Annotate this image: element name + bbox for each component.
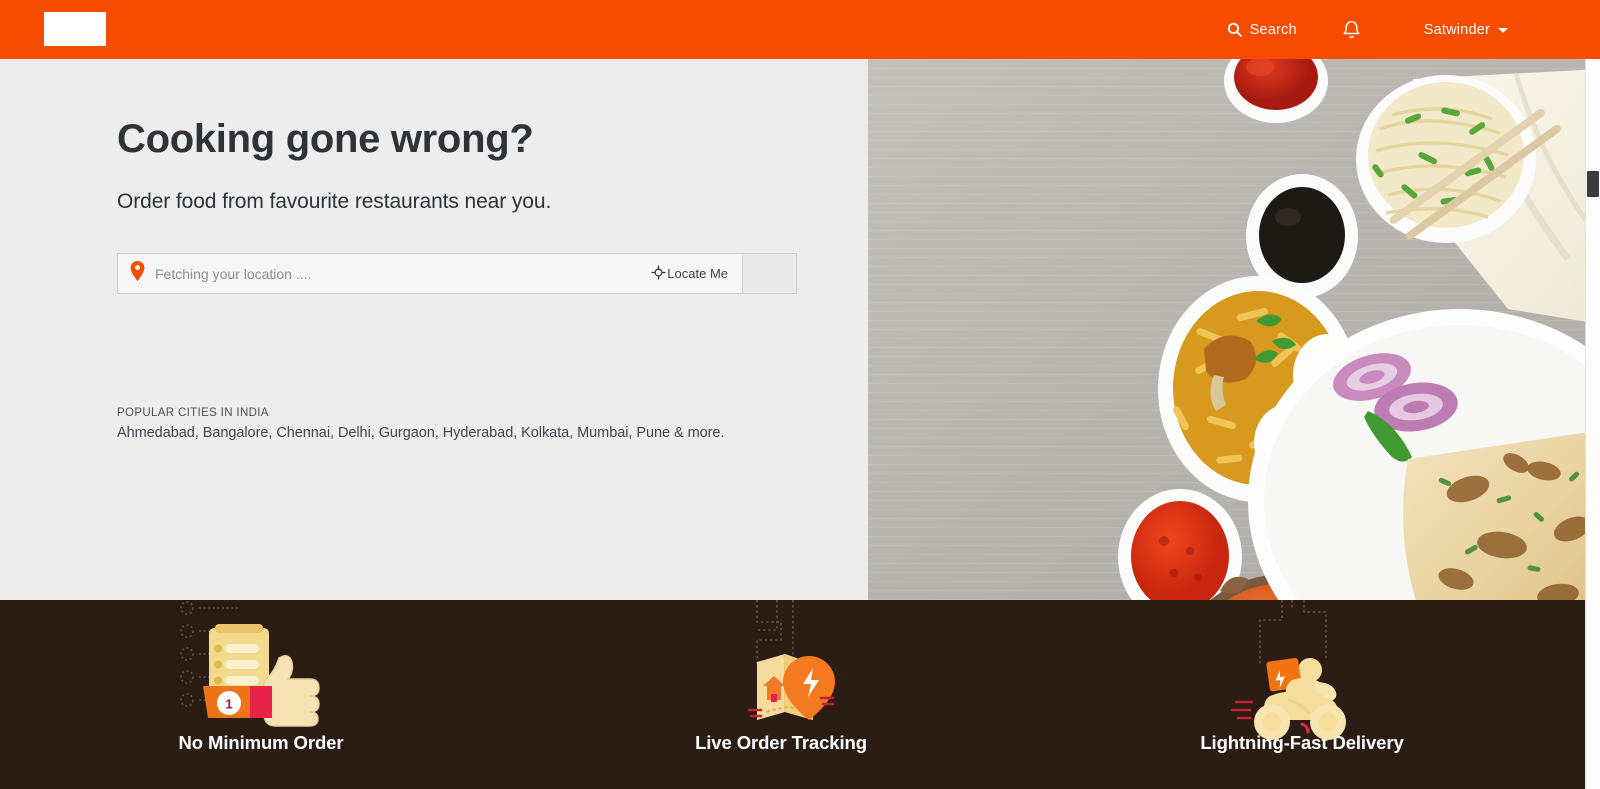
locate-me-label: Locate Me xyxy=(667,266,728,281)
page-title: Cooking gone wrong? xyxy=(117,117,534,161)
hero-section: Cooking gone wrong? Order food from favo… xyxy=(0,59,1600,600)
search-label: Search xyxy=(1249,21,1297,38)
user-menu[interactable]: Satwinder xyxy=(1424,22,1508,38)
location-input[interactable] xyxy=(155,265,535,282)
feature-no-minimum-order: 1 No Minimum Order xyxy=(51,600,471,789)
notifications-button[interactable] xyxy=(1341,19,1362,41)
locate-me-button[interactable]: Locate Me xyxy=(651,264,728,283)
feature-badge-count: 1 xyxy=(225,697,232,712)
page-scrollbar[interactable] xyxy=(1585,59,1600,789)
top-navbar: Search Satwinder xyxy=(0,0,1600,59)
app-root: Search Satwinder Cooking gone wrong? Ord… xyxy=(0,0,1600,789)
bell-icon xyxy=(1341,19,1362,41)
clipboard-thumbsup-icon: 1 xyxy=(151,600,371,730)
delivery-scooter-icon xyxy=(1192,600,1412,740)
location-field-wrapper: Locate Me xyxy=(118,254,743,293)
feature-lightning-fast-delivery: Lightning-Fast Delivery xyxy=(1092,600,1512,789)
brand-logo[interactable] xyxy=(44,12,106,46)
popular-cities-heading: POPULAR CITIES IN INDIA xyxy=(117,407,269,419)
navbar-actions: Search Satwinder xyxy=(1226,0,1600,59)
hero-content: Cooking gone wrong? Order food from favo… xyxy=(0,59,868,600)
feature-live-order-tracking: Live Order Tracking xyxy=(571,600,991,789)
hero-subtitle: Order food from favourite restaurants ne… xyxy=(117,190,552,213)
hero-food-image xyxy=(868,59,1600,600)
user-name: Satwinder xyxy=(1423,21,1490,38)
map-pin-icon xyxy=(130,261,145,286)
search-button[interactable]: Search xyxy=(1226,21,1297,38)
crosshair-icon xyxy=(651,264,666,283)
scrollbar-thumb[interactable] xyxy=(1587,171,1599,197)
search-icon xyxy=(1226,21,1243,38)
features-strip: 1 No Minimum Order Live Order Tracking L… xyxy=(0,600,1600,789)
map-pin-icon xyxy=(671,600,891,730)
location-search-bar: Locate Me xyxy=(117,253,797,294)
location-submit-button[interactable] xyxy=(743,254,796,293)
chevron-down-icon xyxy=(1498,28,1508,33)
popular-cities-list[interactable]: Ahmedabad, Bangalore, Chennai, Delhi, Gu… xyxy=(117,425,724,441)
